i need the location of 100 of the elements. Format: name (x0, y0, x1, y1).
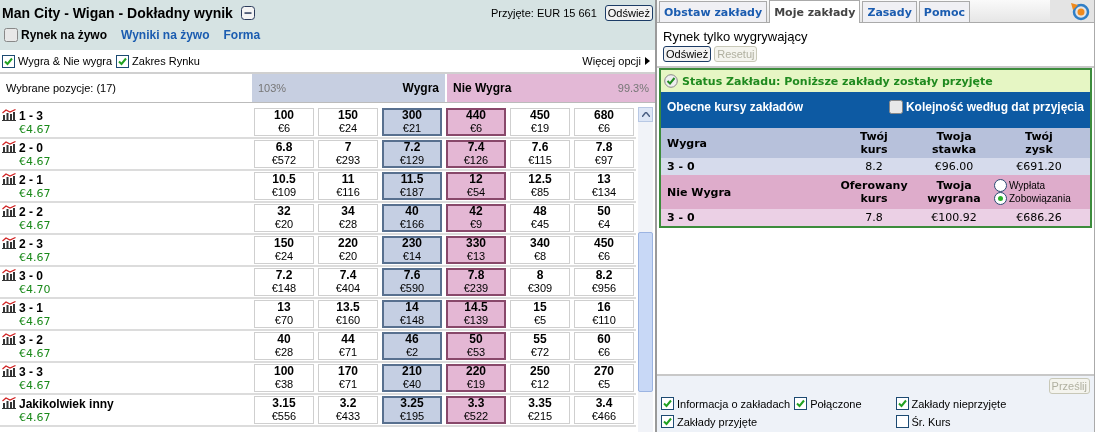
odds-cell[interactable]: 3.35 €215 (510, 396, 570, 424)
odds-cell[interactable]: 150 €24 (254, 236, 314, 264)
odds-cell[interactable]: 42 €9 (446, 204, 506, 232)
odds-cell[interactable]: 60 €6 (574, 332, 634, 360)
odds-cell[interactable]: 32 €20 (254, 204, 314, 232)
odds-cell[interactable]: 14.5 €139 (446, 300, 506, 328)
refresh-icon[interactable] (1070, 1, 1090, 21)
refresh-button[interactable]: Odśwież (604, 5, 653, 21)
radio-button[interactable] (994, 192, 1007, 205)
odds-cell[interactable]: 270 €5 (574, 364, 634, 392)
scrollbar-thumb[interactable] (638, 232, 653, 392)
more-options-link[interactable]: Więcej opcji (582, 55, 641, 67)
odds-cell[interactable]: 55 €72 (510, 332, 570, 360)
chart-icon[interactable] (2, 108, 16, 121)
odds-cell[interactable]: 12.5 €85 (510, 172, 570, 200)
odds-cell[interactable]: 7.6 €115 (510, 140, 570, 168)
odds-cell[interactable]: 14 €148 (382, 300, 442, 328)
odds-cell[interactable]: 44 €71 (318, 332, 378, 360)
tab[interactable]: Moje zakłady (769, 0, 861, 23)
odds-cell[interactable]: 16 €110 (574, 300, 634, 328)
odds-cell[interactable]: 230 €14 (382, 236, 442, 264)
odds-cell[interactable]: 6.8 €572 (254, 140, 314, 168)
odds-cell[interactable]: 340 €8 (510, 236, 570, 264)
odds-cell[interactable]: 100 €6 (254, 108, 314, 136)
odds-cell[interactable]: 40 €28 (254, 332, 314, 360)
checkbox[interactable] (661, 397, 674, 410)
odds-cell[interactable]: 12 €54 (446, 172, 506, 200)
tab[interactable]: Zasady (862, 1, 917, 22)
odds-cell[interactable]: 7.4 €404 (318, 268, 378, 296)
odds-cell[interactable]: 7.2 €148 (254, 268, 314, 296)
odds-cell[interactable]: 330 €13 (446, 236, 506, 264)
odds-cell[interactable]: 150 €24 (318, 108, 378, 136)
odds-cell[interactable]: 220 €20 (318, 236, 378, 264)
odds-cell[interactable]: 7.8 €97 (574, 140, 634, 168)
selection-name: 3 - 0 (19, 268, 44, 283)
tab[interactable]: Obstaw zakłady (659, 1, 768, 22)
odds-cell[interactable]: 3.15 €556 (254, 396, 314, 424)
odds-cell[interactable]: 450 €19 (510, 108, 570, 136)
odds-cell[interactable]: 250 €12 (510, 364, 570, 392)
nav-link[interactable]: Wyniki na żywo (121, 28, 210, 42)
odds-cell[interactable]: 8 €309 (510, 268, 570, 296)
odds-cell[interactable]: 210 €40 (382, 364, 442, 392)
odds-cell[interactable]: 34 €28 (318, 204, 378, 232)
checkbox[interactable] (661, 415, 674, 428)
odds-cell[interactable]: 8.2 €956 (574, 268, 634, 296)
odds-cell[interactable]: 7.8 €239 (446, 268, 506, 296)
checkbox-label: Kolejność według dat przyjęcia (905, 100, 1084, 114)
odds-cell[interactable]: 13 €70 (254, 300, 314, 328)
chart-icon[interactable] (2, 300, 16, 313)
odds-cell[interactable]: 13.5 €160 (318, 300, 378, 328)
odds-cell[interactable]: 440 €6 (446, 108, 506, 136)
checkbox[interactable] (888, 100, 903, 114)
chart-icon[interactable] (2, 332, 16, 345)
odds-cell[interactable]: 170 €71 (318, 364, 378, 392)
odds-cell[interactable]: 3.4 €466 (574, 396, 634, 424)
odds-cell[interactable]: 220 €19 (446, 364, 506, 392)
odds-cell[interactable]: 7.2 €129 (382, 140, 442, 168)
chart-icon[interactable] (2, 204, 16, 217)
scrollbar[interactable] (638, 107, 653, 432)
radio-button[interactable] (994, 179, 1007, 192)
lay-heading: Nie Wygra (667, 185, 732, 199)
odds-cell[interactable]: 48 €45 (510, 204, 570, 232)
odds-cell[interactable]: 10.5 €109 (254, 172, 314, 200)
odds-cell[interactable]: 450 €6 (574, 236, 634, 264)
odds-cell[interactable]: 40 €166 (382, 204, 442, 232)
checkbox[interactable] (895, 415, 909, 428)
checkbox[interactable] (4, 28, 18, 42)
odds-cell[interactable]: 7.6 €590 (382, 268, 442, 296)
odds-cell[interactable]: 100 €38 (254, 364, 314, 392)
odds-cell[interactable]: 680 €6 (574, 108, 634, 136)
odds-cell[interactable]: 7.4 €126 (446, 140, 506, 168)
collapse-icon[interactable] (240, 6, 255, 20)
odds-cell[interactable]: 50 €53 (446, 332, 506, 360)
odds-cell[interactable]: 7 €293 (318, 140, 378, 168)
checkbox[interactable] (2, 54, 15, 68)
checkbox[interactable] (794, 397, 808, 410)
nav-link[interactable]: Forma (223, 28, 261, 42)
odds-cell[interactable]: 46 €2 (382, 332, 442, 360)
chart-icon[interactable] (2, 268, 16, 281)
odds-cell[interactable]: 3.3 €522 (446, 396, 506, 424)
odds-cell[interactable]: 15 €5 (510, 300, 570, 328)
odds-cell[interactable]: 11 €116 (318, 172, 378, 200)
odds-cell[interactable]: 50 €4 (574, 204, 634, 232)
caret-icon[interactable] (645, 57, 651, 65)
odds-cell[interactable]: 3.2 €433 (318, 396, 378, 424)
odds-cell[interactable]: 11.5 €187 (382, 172, 442, 200)
chart-icon[interactable] (2, 140, 16, 153)
chart-icon[interactable] (2, 396, 16, 409)
odds-cell[interactable]: 13 €134 (574, 172, 634, 200)
chart-icon[interactable] (2, 364, 16, 377)
checkbox[interactable] (116, 54, 130, 68)
chart-icon[interactable] (2, 236, 16, 249)
odds-cell[interactable]: 3.25 €195 (382, 396, 442, 424)
chart-icon[interactable] (2, 172, 16, 185)
checkbox[interactable] (895, 397, 909, 410)
tab[interactable]: Pomoc (918, 1, 970, 22)
panel-button[interactable]: Odśwież (663, 46, 712, 62)
table-cell: €100.92 (931, 211, 977, 224)
odds-cell[interactable]: 300 €21 (382, 108, 442, 136)
selection-total: €4.67 (19, 410, 52, 424)
